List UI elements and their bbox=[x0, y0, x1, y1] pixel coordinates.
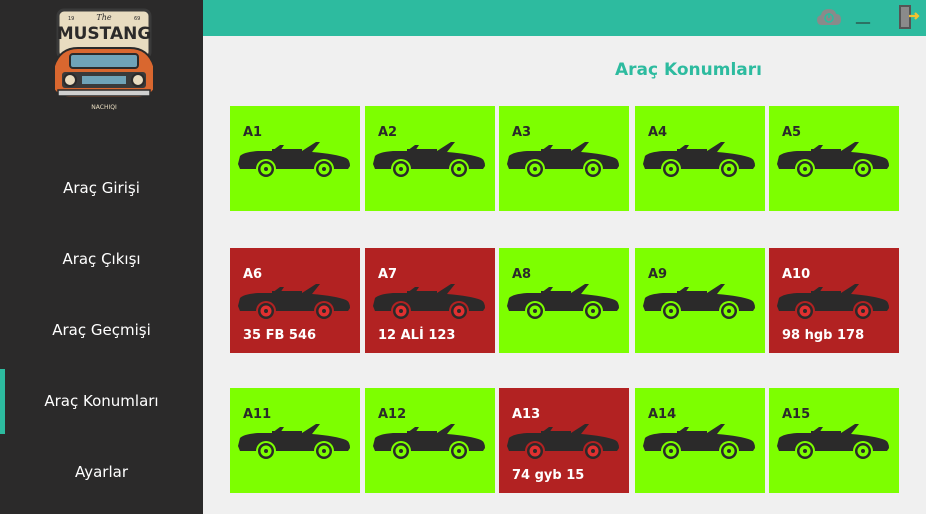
parking-slot-a6[interactable]: A6 35 FB 546 bbox=[230, 248, 360, 353]
car-icon bbox=[236, 420, 352, 459]
nav-item-label: Araç Girişi bbox=[63, 179, 140, 197]
nav-item-arac-gecmisi[interactable]: Araç Geçmişi bbox=[0, 305, 203, 355]
nav-item-ayarlar[interactable]: Ayarlar bbox=[0, 447, 203, 497]
slot-plate: 98 hgb 178 bbox=[782, 328, 865, 343]
parking-slot-a8[interactable]: A8 bbox=[499, 248, 629, 353]
parking-slot-a9[interactable]: A9 bbox=[635, 248, 765, 353]
car-icon bbox=[775, 420, 891, 459]
parking-slot-a15[interactable]: A15 bbox=[769, 388, 899, 493]
slot-plate: 74 gyb 15 bbox=[512, 468, 585, 483]
nav-item-label: Araç Geçmişi bbox=[52, 321, 151, 339]
car-icon bbox=[505, 420, 621, 459]
parking-slot-a10[interactable]: A10 98 hgb 178 bbox=[769, 248, 899, 353]
svg-text:The: The bbox=[96, 13, 111, 22]
car-icon bbox=[641, 420, 757, 459]
car-icon bbox=[641, 138, 757, 177]
parking-slot-a4[interactable]: A4 bbox=[635, 106, 765, 211]
car-icon bbox=[236, 138, 352, 177]
car-icon bbox=[641, 280, 757, 319]
parking-slot-a14[interactable]: A14 bbox=[635, 388, 765, 493]
parking-slot-a2[interactable]: A2 bbox=[365, 106, 495, 211]
parking-slot-a5[interactable]: A5 bbox=[769, 106, 899, 211]
nav-item-label: Araç Çıkışı bbox=[62, 250, 141, 268]
car-icon bbox=[371, 138, 487, 177]
car-icon bbox=[775, 138, 891, 177]
exit-icon[interactable] bbox=[896, 4, 920, 30]
nav-item-label: Ayarlar bbox=[74, 463, 128, 481]
car-icon bbox=[505, 138, 621, 177]
parking-slot-a11[interactable]: A11 bbox=[230, 388, 360, 493]
cloud-power-icon[interactable] bbox=[816, 7, 842, 29]
car-icon bbox=[505, 280, 621, 319]
parking-slot-a3[interactable]: A3 bbox=[499, 106, 629, 211]
car-icon bbox=[236, 280, 352, 319]
slot-plate: 35 FB 546 bbox=[243, 328, 317, 343]
nav-item-arac-konumlari[interactable]: Araç Konumları bbox=[0, 369, 203, 434]
minimize-icon[interactable]: __ bbox=[856, 8, 870, 24]
nav-item-arac-cikisi[interactable]: Araç Çıkışı bbox=[0, 234, 203, 284]
car-icon bbox=[775, 280, 891, 319]
top-bar: __ bbox=[203, 0, 926, 36]
parking-slot-a12[interactable]: A12 bbox=[365, 388, 495, 493]
car-icon bbox=[371, 420, 487, 459]
car-icon bbox=[371, 280, 487, 319]
nav-item-arac-girisi[interactable]: Araç Girişi bbox=[0, 163, 203, 213]
parking-slot-a7[interactable]: A7 12 ALİ 123 bbox=[365, 248, 495, 353]
slot-plate: 12 ALİ 123 bbox=[378, 328, 456, 343]
svg-text:19: 19 bbox=[68, 16, 74, 22]
parking-slot-a1[interactable]: A1 bbox=[230, 106, 360, 211]
svg-text:69: 69 bbox=[134, 16, 140, 22]
svg-text:MUSTANG: MUSTANG bbox=[57, 24, 152, 44]
nav-item-label: Araç Konumları bbox=[44, 392, 159, 410]
svg-text:NACHIQI: NACHIQI bbox=[91, 104, 117, 111]
sidebar: The 19 69 MUSTANG NACHIQI Araç Girişi Ar… bbox=[0, 0, 203, 514]
parking-slot-a13[interactable]: A13 74 gyb 15 bbox=[499, 388, 629, 493]
mustang-logo: The 19 69 MUSTANG NACHIQI bbox=[53, 8, 155, 112]
